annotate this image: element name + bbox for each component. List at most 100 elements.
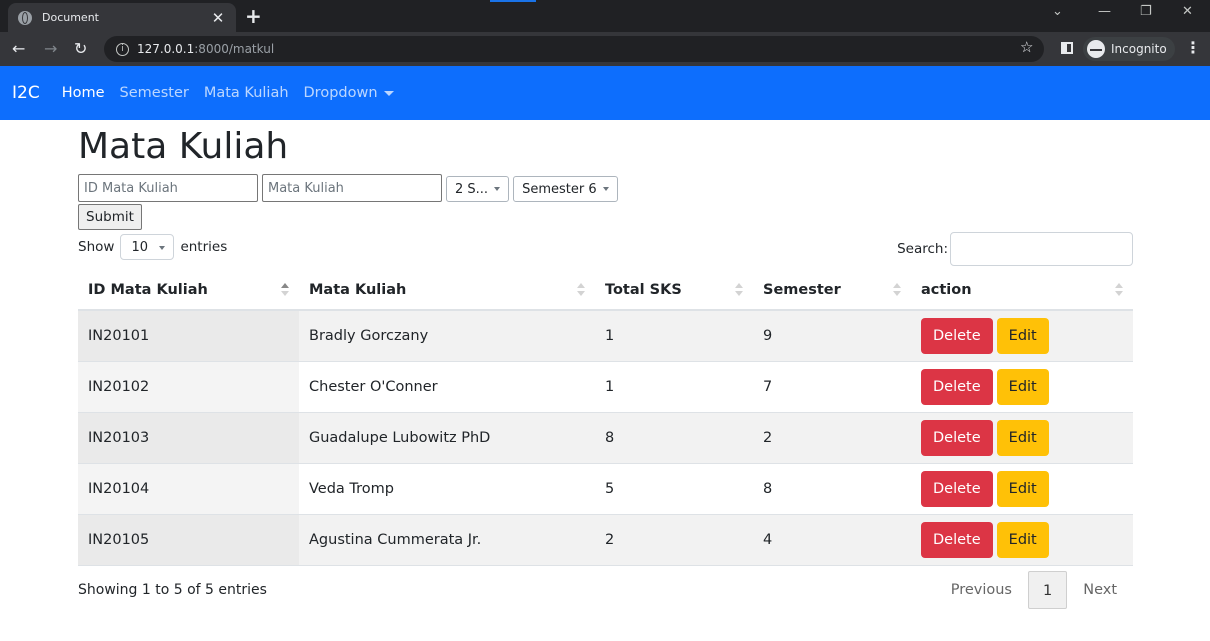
cell-id: IN20103 [78,412,299,464]
cell-total-sks: 2 [595,514,753,566]
previous-page-button[interactable]: Previous [935,571,1028,609]
entries-label: entries [180,239,228,255]
chevron-down-icon [494,187,501,191]
navbar: I2C Home Semester Mata Kuliah Dropdown [0,66,1210,120]
main-content: Mata Kuliah 2 S... Semester 6 Submit Sho… [78,120,1133,616]
chevron-down-icon [602,187,609,191]
delete-button[interactable]: Delete [921,521,993,558]
page-1-button[interactable]: 1 [1027,570,1068,609]
datatable-controls: Show 10 entries Search: [78,232,1133,266]
column-header-label: Semester [763,281,841,298]
sort-icon [281,283,289,297]
mata-kuliah-input[interactable] [262,174,442,202]
edit-button[interactable]: Edit [996,419,1049,456]
tab-accent [490,0,536,2]
cell-id: IN20105 [78,514,299,566]
incognito-badge[interactable]: Incognito [1083,37,1175,61]
cell-total-sks: 1 [595,361,753,413]
side-panel-icon[interactable] [1061,42,1073,54]
delete-button[interactable]: Delete [921,317,993,354]
tab-title: Document [42,11,99,24]
delete-button[interactable]: Delete [921,368,993,405]
globe-icon [18,10,32,25]
column-header-id[interactable]: ID Mata Kuliah [78,270,299,311]
nav-link-semester[interactable]: Semester [120,85,189,101]
cell-semester: 7 [753,361,911,413]
cell-id: IN20101 [78,310,299,362]
column-header-semester[interactable]: Semester [753,270,911,311]
menu-kebab-icon[interactable]: ⋮ [1185,38,1201,57]
info-icon[interactable]: i [116,42,129,56]
bookmark-star-icon[interactable]: ☆ [1020,38,1033,56]
forward-icon[interactable]: → [44,39,57,58]
edit-button[interactable]: Edit [996,521,1049,558]
cell-action: Delete Edit [911,463,1133,515]
tab-close-icon[interactable]: ✕ [210,9,226,27]
cell-semester: 8 [753,463,911,515]
search-control: Search: [897,232,1133,266]
close-window-icon[interactable]: ✕ [1182,4,1193,19]
pagination: Previous 1 Next [935,570,1133,609]
navbar-brand[interactable]: I2C [12,83,40,103]
cell-mata-kuliah: Chester O'Conner [299,361,595,413]
search-input[interactable] [950,232,1133,266]
nav-link-home[interactable]: Home [62,85,105,101]
table-info: Showing 1 to 5 of 5 entries [78,581,267,598]
cell-mata-kuliah: Veda Tromp [299,463,595,515]
cell-mata-kuliah: Agustina Cummerata Jr. [299,514,595,566]
cell-mata-kuliah: Guadalupe Lubowitz PhD [299,412,595,464]
address-bar[interactable]: i 127.0.0.1:8000/matkul [104,36,1044,62]
nav-dropdown[interactable]: Dropdown [304,85,394,101]
column-header-mata-kuliah[interactable]: Mata Kuliah [299,270,595,311]
browser-toolbar: ← → ↻ i 127.0.0.1:8000/matkul ☆ Incognit… [0,32,1210,66]
cell-semester: 2 [753,412,911,464]
edit-button[interactable]: Edit [996,470,1049,507]
column-header-label: Mata Kuliah [309,281,407,298]
table-row: IN20101 Bradly Gorczany 1 9 Delete Edit [78,310,1133,362]
caret-down-icon [383,90,394,96]
new-tab-button[interactable]: + [245,4,262,28]
submit-button[interactable]: Submit [78,204,142,230]
delete-button[interactable]: Delete [921,470,993,507]
length-control: Show 10 entries [78,234,227,260]
edit-button[interactable]: Edit [996,317,1049,354]
back-icon[interactable]: ← [12,39,25,58]
id-mata-kuliah-input[interactable] [78,174,258,202]
table-row: IN20104 Veda Tromp 5 8 Delete Edit [78,463,1133,515]
url-host: 127.0.0.1 [137,42,195,56]
entries-length-value: 10 [131,239,148,255]
cell-action: Delete Edit [911,412,1133,464]
browser-tab-strip: Document ✕ + ⌄ — ❐ ✕ [0,0,1210,32]
sks-select[interactable]: 2 S... [446,176,510,202]
url-path: :8000/matkul [194,42,275,56]
restore-icon[interactable]: ❐ [1140,4,1152,19]
column-header-label: action [921,281,972,298]
cell-semester: 4 [753,514,911,566]
column-header-action[interactable]: action [911,270,1133,311]
minimize-icon[interactable]: — [1098,4,1111,19]
cell-action: Delete Edit [911,361,1133,413]
cell-total-sks: 8 [595,412,753,464]
cell-id: IN20104 [78,463,299,515]
cell-total-sks: 5 [595,463,753,515]
delete-button[interactable]: Delete [921,419,993,456]
cell-semester: 9 [753,310,911,362]
page-title: Mata Kuliah [78,126,289,167]
column-header-total-sks[interactable]: Total SKS [595,270,753,311]
edit-button[interactable]: Edit [996,368,1049,405]
tab-search-icon[interactable]: ⌄ [1052,4,1063,19]
entries-length-select[interactable]: 10 [120,234,175,260]
browser-tab[interactable]: Document ✕ [8,3,236,32]
semester-select[interactable]: Semester 6 [513,176,618,202]
nav-link-mata-kuliah[interactable]: Mata Kuliah [204,85,289,101]
sort-icon [893,283,901,297]
next-page-button[interactable]: Next [1067,571,1133,609]
incognito-icon [1087,40,1105,58]
chevron-down-icon [159,246,166,250]
reload-icon[interactable]: ↻ [74,39,87,58]
sort-icon [577,283,585,297]
sort-icon [1115,283,1123,297]
table-row: IN20103 Guadalupe Lubowitz PhD 8 2 Delet… [78,412,1133,464]
column-header-label: Total SKS [605,281,682,298]
sort-icon [735,283,743,297]
